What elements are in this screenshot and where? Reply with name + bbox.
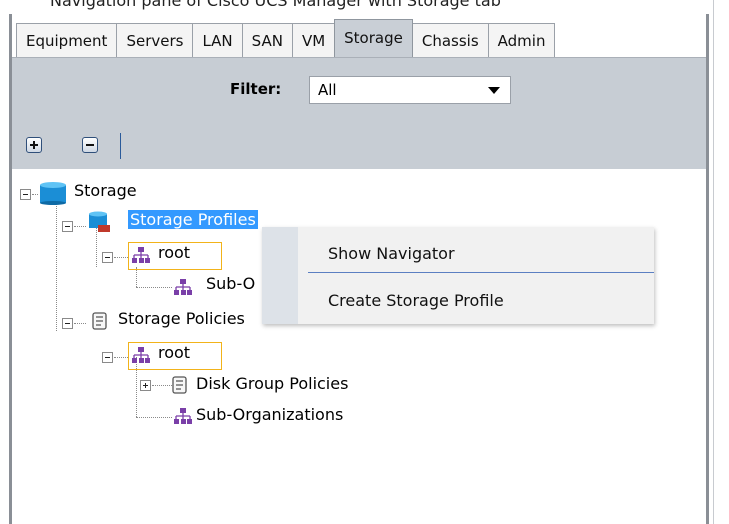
tab-storage[interactable]: Storage	[334, 19, 413, 57]
org-tree-icon	[132, 347, 150, 363]
menu-icon-gutter	[262, 227, 298, 324]
collapse-toggle[interactable]	[62, 221, 73, 232]
filter-label: Filter:	[230, 80, 282, 98]
tree-toolbar	[12, 117, 706, 169]
collapse-toggle[interactable]	[20, 189, 31, 200]
storage-profile-icon	[89, 211, 110, 232]
filter-value: All	[318, 81, 337, 99]
menu-item-create-storage-profile[interactable]: Create Storage Profile	[328, 291, 504, 310]
tab-vm[interactable]: VM	[291, 23, 336, 57]
tree-connector	[114, 257, 128, 258]
tree-connector	[136, 287, 172, 288]
org-tree-icon	[174, 408, 192, 424]
tree-connector	[56, 201, 57, 331]
tree-label-sub-organizations[interactable]: Sub-Organizations	[196, 405, 343, 424]
tab-servers[interactable]: Servers	[116, 23, 194, 57]
toolbar-separator	[120, 133, 121, 159]
tree-connector	[114, 357, 128, 358]
navigation-tabs: Equipment Servers LAN SAN VM Storage Cha…	[16, 19, 556, 57]
tree-connector	[136, 417, 172, 418]
chevron-down-icon[interactable]	[488, 87, 500, 94]
context-menu: Show Navigator Create Storage Profile	[262, 227, 654, 324]
tree-label-storage[interactable]: Storage	[74, 181, 137, 200]
tree-label-storage-profiles[interactable]: Storage Profiles	[128, 210, 258, 229]
tree-label-disk-group-policies[interactable]: Disk Group Policies	[196, 374, 348, 393]
tree-label-root[interactable]: root	[158, 343, 190, 362]
frame-right-border	[706, 14, 709, 524]
menu-separator	[308, 272, 654, 273]
menu-item-show-navigator[interactable]: Show Navigator	[328, 244, 455, 263]
tree-connector	[74, 226, 86, 227]
cut-caption: Navigation pane of Cisco UCS Manager wit…	[50, 0, 501, 10]
tab-san[interactable]: SAN	[241, 23, 293, 57]
tree-label-root[interactable]: root	[158, 243, 190, 262]
navigation-tree: Storage Storage Profiles root Sub-O Stor…	[12, 169, 706, 524]
collapse-toggle[interactable]	[102, 252, 113, 263]
tab-admin[interactable]: Admin	[487, 23, 556, 57]
org-tree-icon	[132, 247, 150, 263]
filter-dropdown[interactable]: All	[309, 76, 511, 104]
collapse-toggle[interactable]	[62, 318, 73, 329]
tab-lan[interactable]: LAN	[192, 23, 243, 57]
frame-right-divider[interactable]	[713, 0, 714, 524]
tree-label-sub-organizations[interactable]: Sub-O	[206, 274, 255, 293]
org-tree-icon	[174, 279, 192, 295]
tree-label-storage-policies[interactable]: Storage Policies	[118, 309, 245, 328]
top-cut-strip: Navigation pane of Cisco UCS Manager wit…	[0, 0, 729, 16]
expand-all-button[interactable]	[26, 137, 42, 153]
tree-connector	[136, 267, 137, 287]
expand-toggle[interactable]	[140, 380, 151, 391]
tree-connector	[74, 323, 86, 324]
filter-bar: Filter: All	[12, 57, 706, 118]
collapse-toggle[interactable]	[102, 352, 113, 363]
tab-equipment[interactable]: Equipment	[16, 23, 118, 57]
tab-chassis[interactable]: Chassis	[411, 23, 489, 57]
collapse-all-button[interactable]	[82, 137, 98, 153]
storage-cylinder-icon	[40, 182, 66, 205]
policy-scroll-icon	[172, 376, 187, 394]
policy-scroll-icon	[92, 312, 107, 330]
